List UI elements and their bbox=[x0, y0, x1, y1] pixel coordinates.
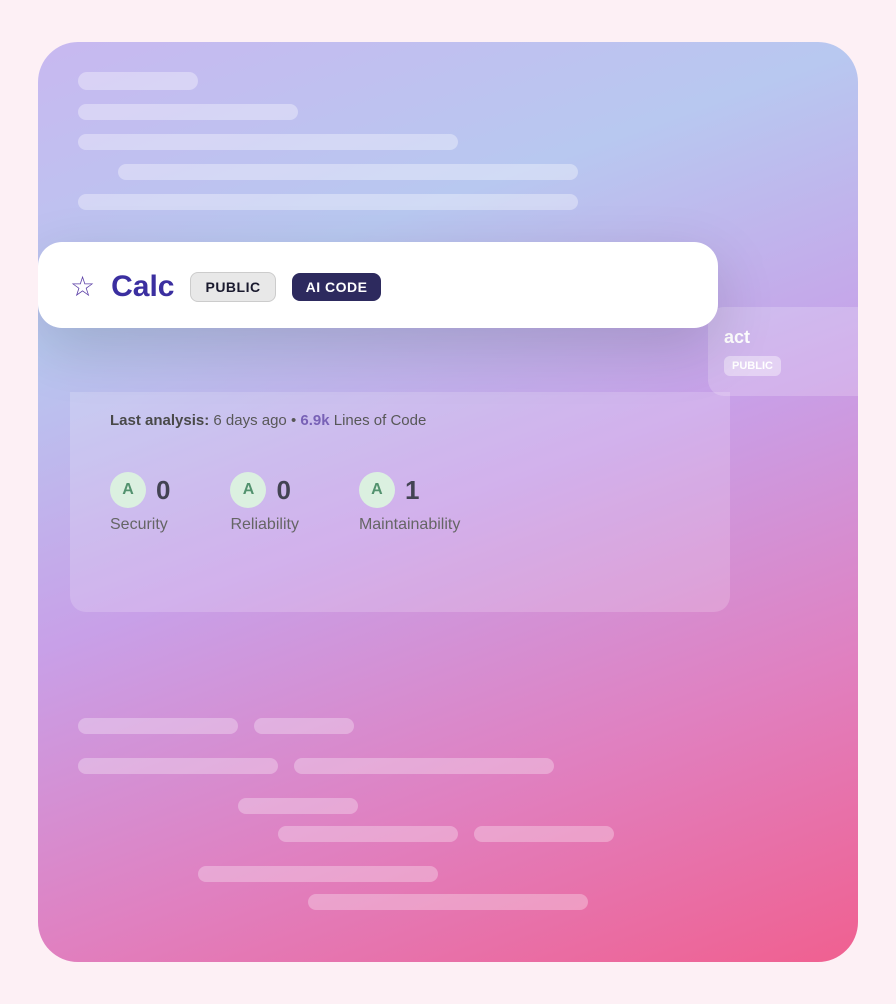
bottom-line-5 bbox=[198, 866, 438, 882]
public-badge: PUBLIC bbox=[190, 272, 275, 302]
analysis-panel-bg bbox=[70, 392, 730, 612]
right-public-badge: PUBLIC bbox=[724, 356, 781, 376]
bg-lines-top bbox=[78, 72, 818, 224]
right-partial-card: act PUBLIC bbox=[708, 307, 858, 396]
bottom-line-2b bbox=[294, 758, 554, 774]
outer-container: act PUBLIC Last analysis: 6 days ago • 6… bbox=[38, 42, 858, 962]
bottom-line-6 bbox=[308, 894, 588, 910]
bottom-line-4a bbox=[278, 826, 458, 842]
right-card-title: act bbox=[724, 327, 852, 348]
bg-line-1 bbox=[78, 72, 198, 90]
bg-line-4 bbox=[118, 164, 578, 180]
star-icon[interactable]: ☆ bbox=[70, 273, 95, 301]
ai-code-badge: AI CODE bbox=[292, 273, 382, 301]
bg-line-2 bbox=[78, 104, 298, 120]
bottom-line-3 bbox=[238, 798, 358, 814]
bg-line-5 bbox=[78, 194, 578, 210]
bottom-line-2a bbox=[78, 758, 278, 774]
front-card-header: ☆ Calc PUBLIC AI CODE bbox=[38, 242, 718, 328]
bg-line-3 bbox=[78, 134, 458, 150]
bottom-line-4b bbox=[474, 826, 614, 842]
bottom-lines bbox=[78, 718, 818, 922]
project-title[interactable]: Calc bbox=[111, 270, 174, 304]
bottom-line-1b bbox=[254, 718, 354, 734]
bottom-line-1a bbox=[78, 718, 238, 734]
front-card: ☆ Calc PUBLIC AI CODE bbox=[38, 242, 718, 328]
